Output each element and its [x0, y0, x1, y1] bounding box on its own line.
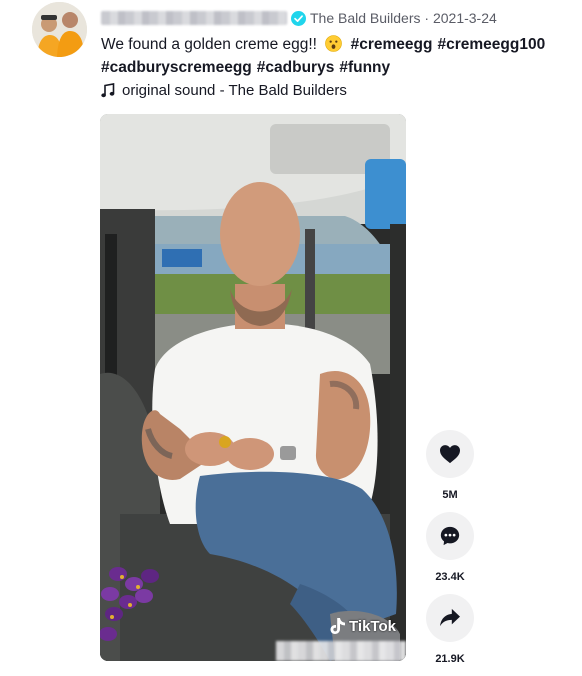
surprised-face-emoji-icon	[325, 35, 343, 52]
video-frame-image	[100, 114, 406, 661]
avatar-image	[32, 2, 87, 57]
share-button[interactable]	[426, 594, 474, 642]
author-avatar[interactable]	[32, 2, 87, 57]
tiktok-watermark: TikTok	[330, 617, 396, 635]
like-button[interactable]	[426, 430, 474, 478]
music-note-icon	[101, 83, 115, 98]
hashtag-link[interactable]: #funny	[339, 59, 390, 76]
comment-count: 23.4K	[435, 571, 465, 583]
post-caption: We found a golden creme egg!! #cremeegg #…	[101, 33, 561, 79]
post-date: 2021-3-24	[432, 10, 497, 26]
music-link[interactable]: original sound - The Bald Builders	[101, 82, 347, 99]
watermark-text: TikTok	[349, 617, 396, 635]
like-action: 5M	[426, 430, 474, 502]
caption-text: We found a golden creme egg!!	[101, 36, 317, 53]
hashtags-line-1: #cremeegg #cremeegg100	[351, 36, 551, 53]
action-bar: 5M 23.4K 21.9K	[426, 430, 474, 676]
post-header: The Bald Builders · 2021-3-24	[101, 8, 497, 28]
video-player[interactable]: TikTok	[100, 114, 406, 661]
blurred-watermark-id	[276, 641, 406, 661]
hashtag-link[interactable]: #cremeegg	[351, 36, 433, 53]
hashtag-link[interactable]: #cremeegg100	[437, 36, 545, 53]
tiktok-logo-icon	[330, 618, 346, 634]
like-count: 5M	[442, 489, 458, 501]
blurred-username[interactable]	[101, 11, 287, 25]
hashtags-line-2: #cadburyscremeegg #cadburys #funny	[101, 56, 561, 79]
comment-button[interactable]	[426, 512, 474, 560]
heart-icon	[440, 445, 460, 464]
music-label: original sound - The Bald Builders	[122, 82, 347, 99]
date-separator: ·	[420, 10, 433, 26]
hashtag-link[interactable]: #cadburys	[257, 59, 335, 76]
share-count: 21.9K	[435, 653, 465, 665]
author-display-name[interactable]: The Bald Builders	[310, 10, 421, 26]
comment-icon	[440, 526, 460, 546]
verified-badge-icon	[291, 10, 306, 26]
share-arrow-icon	[440, 608, 460, 627]
hashtag-link[interactable]: #cadburyscremeegg	[101, 59, 252, 76]
share-action: 21.9K	[426, 594, 474, 666]
comment-action: 23.4K	[426, 512, 474, 584]
